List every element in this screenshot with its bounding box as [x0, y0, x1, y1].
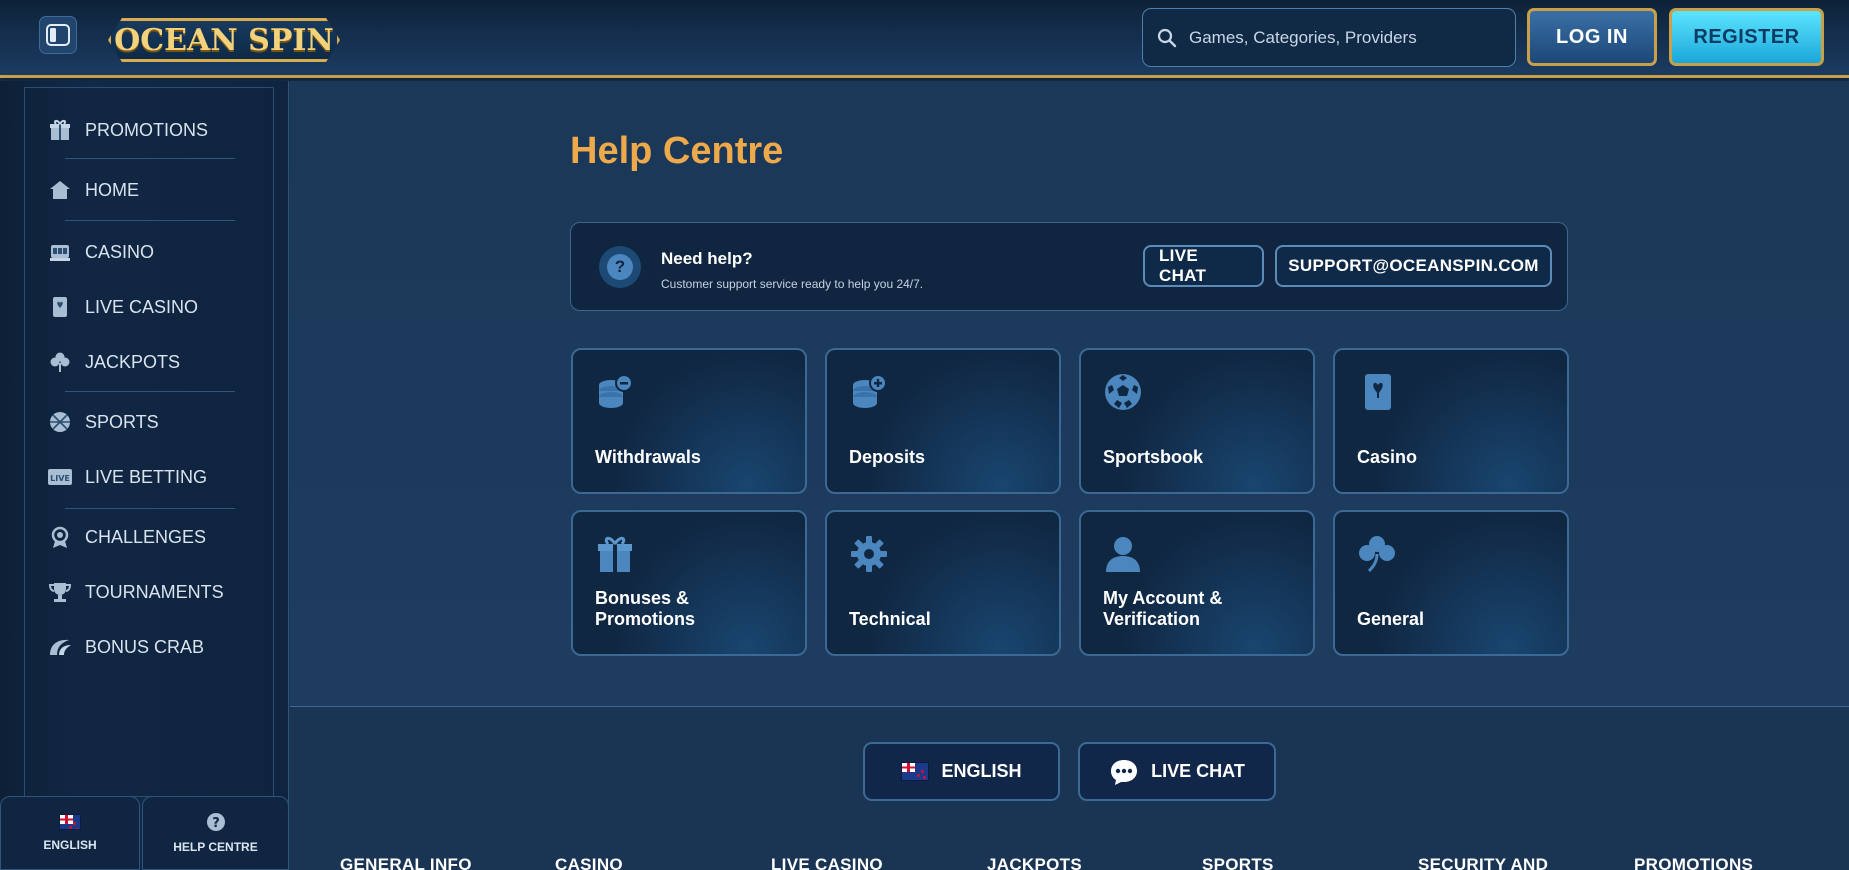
sidebar-item-label: LIVE CASINO	[85, 296, 199, 317]
sidebar-item-label: LIVE BETTING	[85, 466, 208, 487]
category-card-deposits[interactable]: Deposits	[825, 348, 1061, 494]
sidebar-item-label: HOME	[85, 179, 139, 200]
category-card-bonuses-promotions[interactable]: Bonuses & Promotions	[571, 510, 807, 656]
sidebar-icon	[46, 24, 70, 46]
logo[interactable]: OCEAN SPIN	[108, 18, 340, 62]
sidebar-nav: PROMOTIONS HOME CASINO LIVE CASINO JACKP…	[24, 87, 274, 797]
footer-col-jackpots[interactable]: JACKPOTS	[987, 855, 1082, 870]
footer-live-chat-label: LIVE CHAT	[1151, 761, 1245, 781]
category-label: Casino	[1357, 447, 1418, 467]
ball-icon	[47, 409, 73, 435]
sidebar-help-centre-button[interactable]: ? HELP CENTRE	[142, 796, 289, 870]
divider	[65, 158, 235, 159]
sidebar-item-live-casino[interactable]: LIVE CASINO	[47, 287, 257, 327]
category-label: Technical	[849, 609, 931, 629]
category-card-my-account-verification[interactable]: My Account & Verification	[1079, 510, 1315, 656]
home-icon	[47, 177, 73, 203]
footer-col-general-info[interactable]: GENERAL INFO	[340, 855, 472, 870]
category-label: General	[1357, 609, 1425, 629]
svg-text:?: ?	[212, 816, 220, 831]
clover-icon	[1359, 536, 1395, 573]
sidebar: PROMOTIONS HOME CASINO LIVE CASINO JACKP…	[0, 81, 289, 870]
coins-plus-icon	[853, 374, 887, 408]
category-card-technical[interactable]: Technical	[825, 510, 1061, 656]
register-button[interactable]: REGISTER	[1669, 8, 1824, 66]
divider	[65, 391, 235, 392]
help-banner: ? Need help? Customer support service re…	[570, 222, 1568, 311]
crab-icon	[47, 634, 73, 660]
svg-text:LIVE: LIVE	[50, 474, 70, 483]
search-icon	[1157, 28, 1177, 47]
clover-icon	[47, 349, 73, 375]
category-card-general[interactable]: General	[1333, 510, 1569, 656]
category-card-casino[interactable]: Casino	[1333, 348, 1569, 494]
search-input[interactable]: Games, Categories, Providers	[1142, 8, 1516, 67]
sidebar-item-label: CHALLENGES	[85, 526, 207, 547]
gear-icon	[851, 536, 887, 572]
live-chat-button[interactable]: LIVE CHAT	[1143, 245, 1264, 287]
trophy-icon	[47, 579, 73, 605]
playing-card-icon	[1365, 374, 1391, 410]
sidebar-item-sports[interactable]: SPORTS	[47, 402, 257, 442]
nz-flag-icon	[59, 814, 81, 830]
coins-minus-icon	[599, 374, 633, 408]
category-card-sportsbook[interactable]: Sportsbook	[1079, 348, 1315, 494]
search-placeholder: Games, Categories, Providers	[1189, 27, 1417, 47]
help-centre-label: HELP CENTRE	[173, 840, 258, 854]
sidebar-item-promotions[interactable]: PROMOTIONS	[47, 110, 257, 150]
top-header: OCEAN SPIN Games, Categories, Providers …	[0, 0, 1849, 78]
gift-icon	[47, 117, 73, 143]
slot-machine-icon	[47, 239, 73, 265]
language-label: ENGLISH	[43, 838, 97, 852]
sidebar-item-bonus-crab[interactable]: BONUS CRAB	[47, 627, 257, 667]
live-icon: LIVE	[47, 464, 73, 490]
footer-col-sports[interactable]: SPORTS	[1202, 855, 1274, 870]
badge-icon	[47, 524, 73, 550]
category-label: My Account & Verification	[1103, 588, 1223, 629]
footer-col-casino[interactable]: CASINO	[555, 855, 623, 870]
divider	[65, 508, 235, 509]
soccer-ball-icon	[1105, 374, 1141, 410]
divider	[65, 220, 235, 221]
support-email-button[interactable]: SUPPORT@OCEANSPIN.COM	[1275, 245, 1552, 287]
sidebar-item-label: CASINO	[85, 241, 155, 262]
question-icon: ?	[206, 813, 225, 831]
sidebar-item-jackpots[interactable]: JACKPOTS	[47, 342, 257, 382]
category-label: Bonuses & Promotions	[595, 588, 696, 629]
help-banner-title: Need help?	[661, 249, 753, 268]
category-label: Deposits	[849, 447, 926, 467]
card-icon	[47, 294, 73, 320]
category-label: Withdrawals	[595, 447, 701, 467]
sidebar-item-casino[interactable]: CASINO	[47, 232, 257, 272]
sidebar-item-label: JACKPOTS	[85, 351, 181, 372]
help-banner-subtitle: Customer support service ready to help y…	[661, 277, 924, 291]
sidebar-item-label: SPORTS	[85, 411, 159, 432]
footer-language-label: ENGLISH	[941, 761, 1022, 781]
sidebar-item-challenges[interactable]: CHALLENGES	[47, 517, 257, 557]
footer-language-button[interactable]: ENGLISH	[863, 742, 1060, 801]
chat-bubble-icon	[1111, 759, 1138, 785]
nz-flag-icon	[901, 762, 930, 781]
sidebar-toggle-button[interactable]	[39, 16, 77, 54]
question-icon: ?	[599, 246, 641, 288]
user-icon	[1106, 537, 1140, 572]
sidebar-item-tournaments[interactable]: TOURNAMENTS	[47, 572, 257, 612]
gift-icon	[598, 536, 632, 572]
sidebar-item-label: PROMOTIONS	[85, 119, 209, 140]
category-label: Sportsbook	[1103, 447, 1204, 467]
category-card-withdrawals[interactable]: Withdrawals	[571, 348, 807, 494]
sidebar-language-button[interactable]: ENGLISH	[0, 796, 140, 870]
sidebar-item-label: BONUS CRAB	[85, 636, 205, 657]
login-button[interactable]: LOG IN	[1527, 8, 1657, 66]
sidebar-item-home[interactable]: HOME	[47, 170, 257, 210]
sidebar-item-label: TOURNAMENTS	[85, 581, 224, 602]
footer-col-promotions[interactable]: PROMOTIONS	[1634, 855, 1753, 870]
footer-col-security[interactable]: SECURITY AND	[1418, 855, 1548, 870]
footer-live-chat-button[interactable]: LIVE CHAT	[1078, 742, 1276, 801]
footer-col-live-casino[interactable]: LIVE CASINO	[771, 855, 883, 870]
page-title: Help Centre	[570, 130, 784, 172]
sidebar-item-live-betting[interactable]: LIVE LIVE BETTING	[47, 457, 257, 497]
main-content	[290, 81, 1849, 707]
